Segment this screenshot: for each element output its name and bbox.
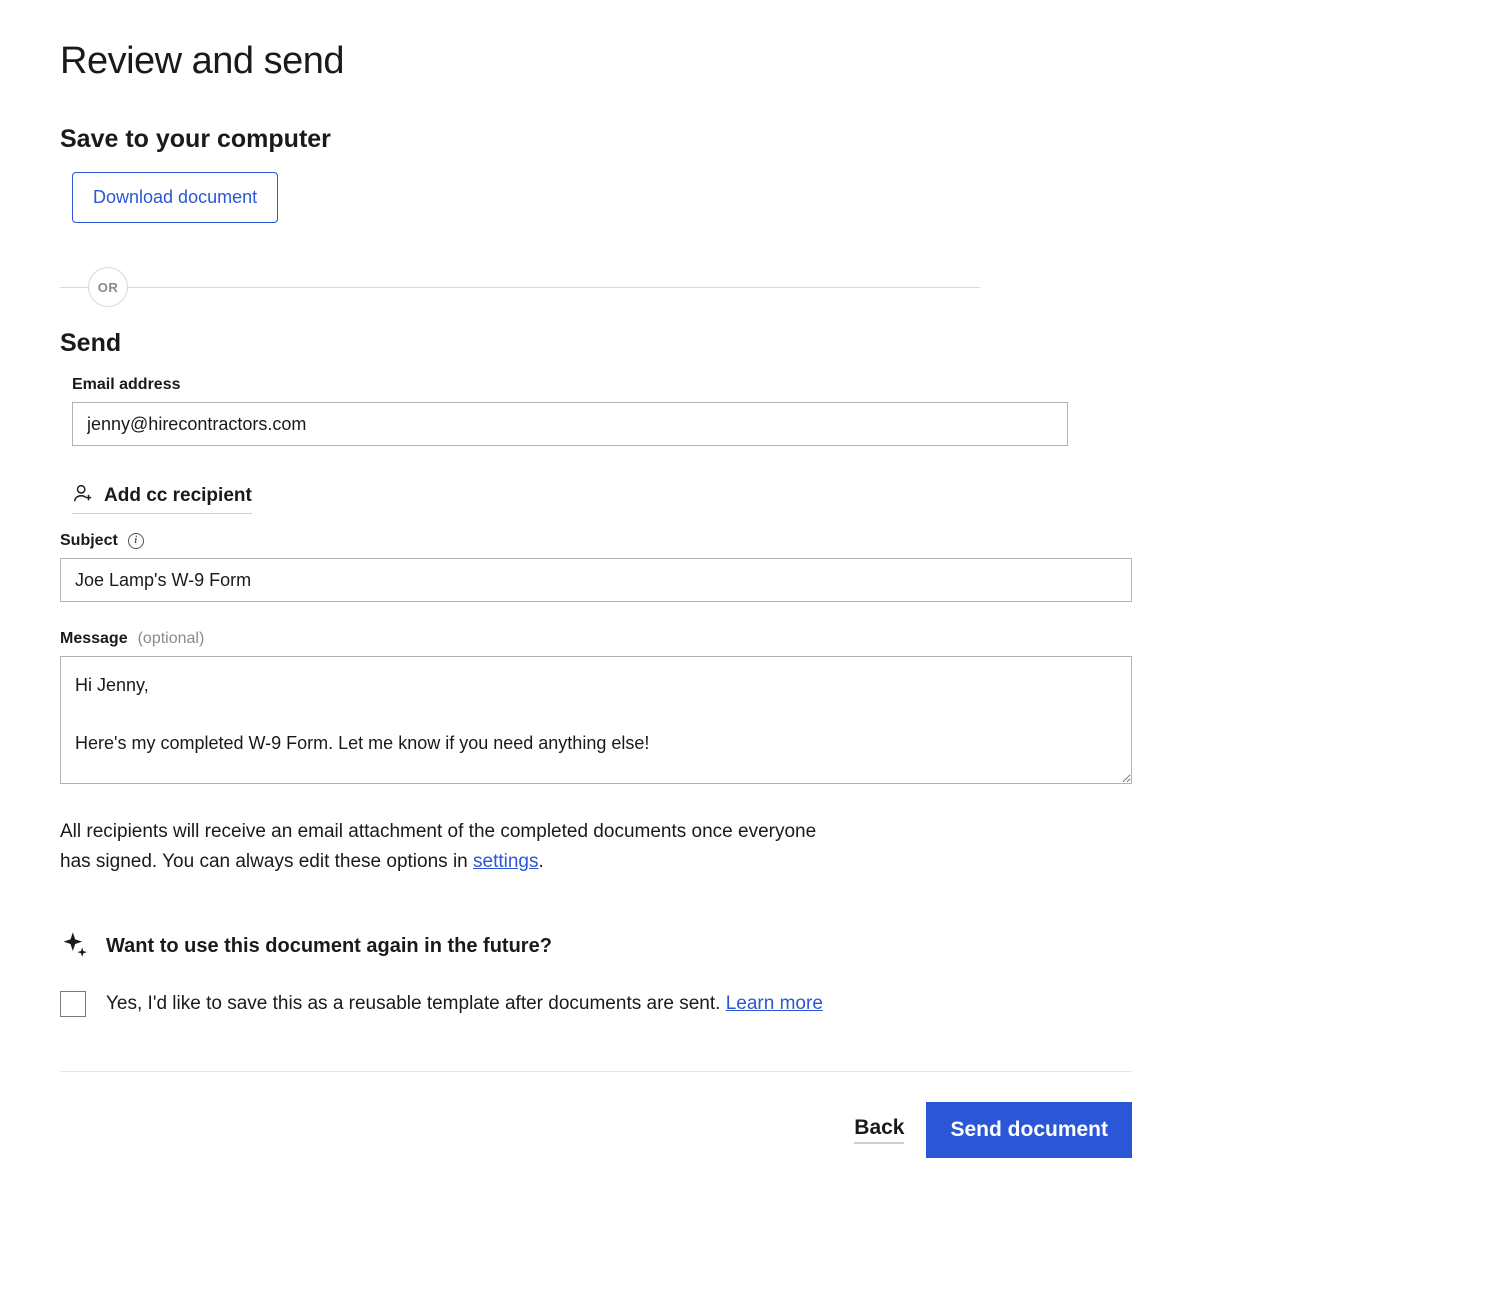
- add-person-icon: [72, 482, 94, 510]
- email-label: Email address: [72, 376, 1068, 394]
- message-optional-label: (optional): [138, 630, 205, 648]
- save-section-heading: Save to your computer: [60, 125, 1160, 154]
- or-label: OR: [88, 267, 128, 307]
- message-textarea[interactable]: [60, 656, 1132, 784]
- or-divider: OR: [60, 267, 980, 307]
- page-title: Review and send: [60, 40, 1160, 83]
- save-template-checkbox[interactable]: [60, 991, 86, 1017]
- add-cc-recipient-button[interactable]: Add cc recipient: [72, 482, 252, 514]
- message-label: Message: [60, 630, 128, 648]
- download-document-button[interactable]: Download document: [72, 172, 278, 223]
- subject-input[interactable]: [60, 558, 1132, 602]
- back-button[interactable]: Back: [854, 1116, 904, 1144]
- recipients-info-text: All recipients will receive an email att…: [60, 817, 840, 878]
- reuse-heading: Want to use this document again in the f…: [106, 935, 552, 958]
- add-cc-label: Add cc recipient: [104, 485, 252, 507]
- settings-link[interactable]: settings: [473, 851, 538, 872]
- email-input[interactable]: [72, 402, 1068, 446]
- subject-label: Subject: [60, 532, 118, 550]
- footer-divider: [60, 1071, 1132, 1072]
- sparkle-icon: [60, 930, 88, 963]
- info-icon[interactable]: i: [128, 533, 144, 549]
- save-template-label: Yes, I'd like to save this as a reusable…: [106, 993, 823, 1015]
- send-section-heading: Send: [60, 329, 1160, 358]
- send-document-button[interactable]: Send document: [926, 1102, 1132, 1158]
- learn-more-link[interactable]: Learn more: [726, 993, 823, 1014]
